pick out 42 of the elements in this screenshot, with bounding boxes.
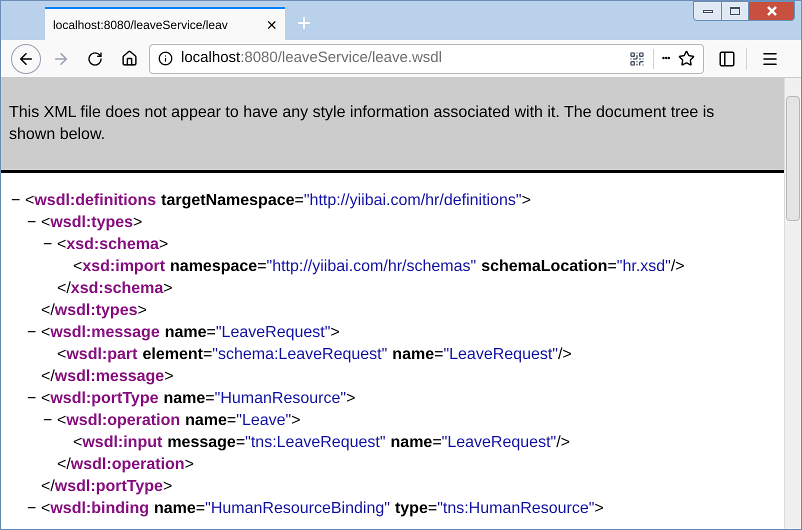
url-text: localhost:8080/leaveService/leave.wsdl <box>181 48 443 68</box>
bookmark-star-icon[interactable] <box>678 50 695 67</box>
xml-closing-tag: </xsd:schema> <box>57 277 173 301</box>
back-button[interactable] <box>11 44 41 74</box>
xml-tag: <wsdl:binding name="HumanResourceBinding" type="tns:HumanResource"> <box>41 497 604 521</box>
close-window-button[interactable] <box>748 2 794 20</box>
collapse-toggle[interactable]: − <box>27 387 41 411</box>
qr-code-icon[interactable] <box>628 50 645 66</box>
collapse-toggle[interactable]: − <box>11 189 25 213</box>
xml-closing-tag: </wsdl:portType> <box>41 475 172 499</box>
sidebar-icon[interactable] <box>718 50 736 68</box>
xml-tag: <wsdl:message name="LeaveRequest"> <box>41 321 340 345</box>
xml-closing-tag: </wsdl:message> <box>41 365 174 389</box>
xml-notice: This XML file does not appear to have any style information associated with it. The document tree is shown below. <box>9 103 716 145</box>
address-field[interactable]: localhost:8080/leaveService/leave.wsdl ••• <box>149 44 704 74</box>
xml-tag: <wsdl:operation name="Leave"> <box>57 409 301 433</box>
xml-closing-tag: </wsdl:operation> <box>57 453 194 477</box>
xml-tag: <wsdl:definitions targetNamespace="http://yiibai.com/hr/definitions"> <box>25 189 531 213</box>
home-icon <box>120 50 138 67</box>
xml-tag: <xsd:schema> <box>57 233 168 257</box>
collapse-toggle[interactable]: − <box>27 211 41 235</box>
xml-tag: <xsd:import namespace="http://yiibai.com/hr/schemas" schemaLocation="hr.xsd"/> <box>73 255 685 279</box>
browser-tab[interactable]: localhost:8080/leaveService/leav × <box>45 7 285 40</box>
maximize-button[interactable] <box>721 2 748 20</box>
xml-closing-tag: </wsdl:types> <box>41 299 147 323</box>
collapse-toggle[interactable]: − <box>27 497 41 521</box>
minimize-icon <box>702 10 712 12</box>
minimize-button[interactable] <box>694 2 721 20</box>
more-actions-button[interactable]: ••• <box>662 52 670 66</box>
tab-title: localhost:8080/leaveService/leav <box>53 16 229 34</box>
maximize-icon <box>730 7 740 15</box>
xml-tag: <wsdl:input message="tns:LeaveRequest" name="LeaveRequest"/> <box>73 431 570 455</box>
xml-tag: <wsdl:part element="schema:LeaveRequest" name="LeaveRequest"/> <box>57 343 572 367</box>
info-icon[interactable] <box>158 51 173 66</box>
xml-tag: <wsdl:types> <box>41 211 142 235</box>
collapse-toggle[interactable]: − <box>27 321 41 345</box>
collapse-toggle[interactable]: − <box>43 409 57 433</box>
collapse-toggle[interactable]: − <box>43 233 57 257</box>
close-icon <box>766 6 776 16</box>
close-tab-button[interactable]: × <box>266 16 277 34</box>
xml-tag: <wsdl:portType name="HumanResource"> <box>41 387 356 411</box>
reload-icon <box>87 50 103 66</box>
